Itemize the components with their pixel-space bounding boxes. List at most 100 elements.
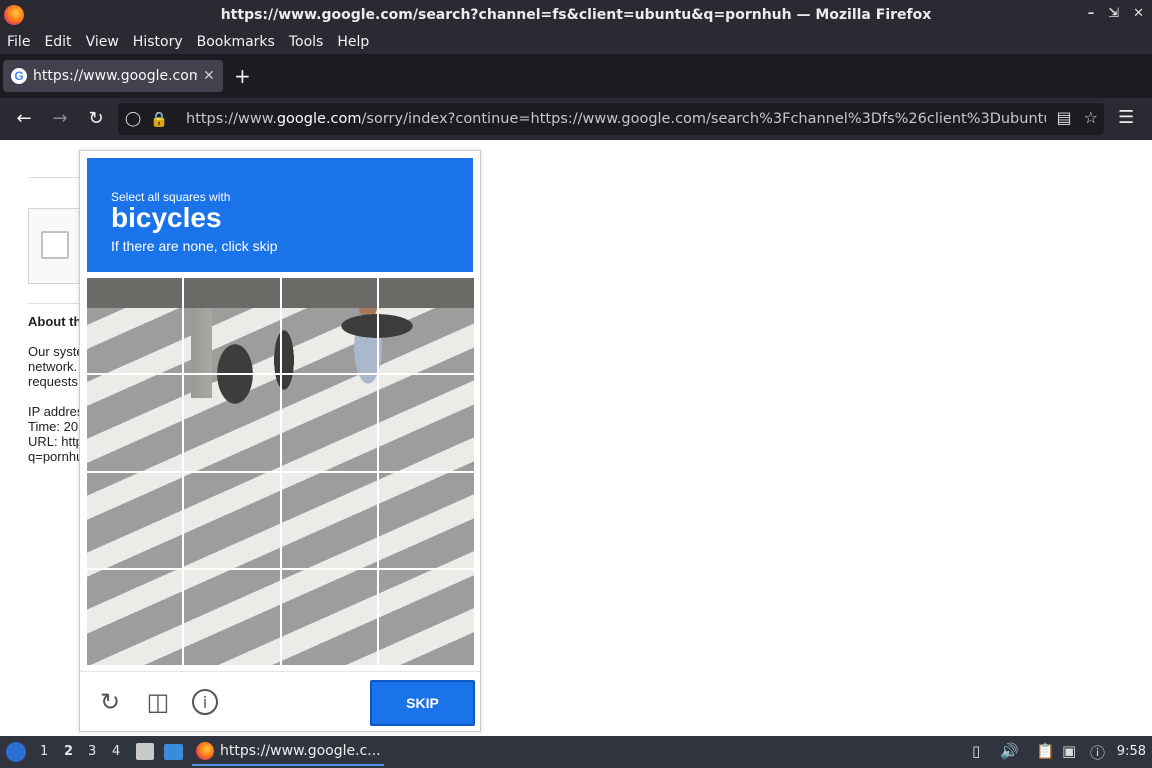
street-image-overlay [184, 569, 280, 665]
captcha-tile[interactable] [184, 472, 280, 568]
skip-button[interactable]: SKIP [370, 680, 475, 726]
street-image-overlay [281, 278, 377, 374]
captcha-target: bicycles [111, 202, 222, 233]
captcha-tile[interactable] [281, 278, 377, 374]
recaptcha-checkbox[interactable] [41, 231, 69, 259]
captcha-tile[interactable] [184, 278, 280, 374]
street-image-overlay [281, 375, 377, 471]
menu-bar: File Edit View History Bookmarks Tools H… [0, 30, 1152, 54]
forward-icon[interactable]: → [48, 107, 72, 131]
street-image-overlay [87, 472, 183, 568]
body-line: requests [28, 374, 78, 389]
window-controls: – ⇲ ✕ [1088, 6, 1144, 21]
street-image-overlay [184, 472, 280, 568]
lock-icon[interactable]: 🔒 [148, 111, 170, 128]
volume-icon[interactable]: 🔊 [1000, 742, 1019, 760]
menu-file[interactable]: File [7, 34, 30, 50]
close-icon[interactable]: ✕ [1133, 6, 1144, 21]
street-image-overlay [378, 472, 474, 568]
captcha-tile[interactable] [378, 472, 474, 568]
window-title: https://www.google.com/search?channel=fs… [220, 7, 932, 23]
file-manager-icon[interactable] [136, 743, 154, 760]
notification-icon[interactable]: ⓘ [1090, 742, 1105, 763]
captcha-footer: ↻ ◫ i SKIP [80, 671, 480, 731]
captcha-header: Select all squares with bicycles If ther… [87, 158, 473, 272]
street-image-overlay [184, 375, 280, 471]
body-line: Our syste [28, 344, 84, 359]
bookmark-star-icon[interactable]: ☆ [1084, 108, 1098, 127]
new-tab-icon[interactable]: + [234, 66, 251, 86]
street-image-overlay [378, 278, 474, 374]
menu-tools[interactable]: Tools [289, 34, 324, 50]
captcha-tile[interactable] [378, 375, 474, 471]
reload-icon[interactable]: ↻ [96, 688, 124, 716]
street-image-overlay [281, 569, 377, 665]
menu-help[interactable]: Help [337, 34, 369, 50]
street-image-overlay [87, 278, 183, 374]
task-title: https://www.google.c... [220, 743, 381, 759]
menu-history[interactable]: History [133, 34, 183, 50]
info-line: IP addres [28, 404, 84, 419]
url-text[interactable]: https://www.google.com/sorry/index?conti… [186, 111, 1046, 127]
menu-view[interactable]: View [86, 34, 119, 50]
google-favicon-icon: G [11, 68, 27, 84]
street-image-overlay [87, 375, 183, 471]
tracking-shield-icon[interactable]: ◯ [122, 111, 144, 127]
captcha-tile[interactable] [87, 472, 183, 568]
app-menu-icon[interactable]: ☰ [1118, 107, 1134, 128]
street-image-overlay [378, 375, 474, 471]
captcha-tile[interactable] [184, 569, 280, 665]
info-icon[interactable]: i [192, 689, 218, 715]
clipboard-icon[interactable]: 📋 [1036, 742, 1055, 760]
workspace-4[interactable]: 4 [112, 744, 120, 759]
back-icon[interactable]: ← [12, 107, 36, 131]
headphones-icon[interactable]: ◫ [144, 688, 172, 716]
captcha-tile[interactable] [281, 472, 377, 568]
menu-edit[interactable]: Edit [44, 34, 71, 50]
street-image-overlay [87, 569, 183, 665]
street-image-overlay [281, 472, 377, 568]
taskbar-firefox-task[interactable]: https://www.google.c... [192, 738, 384, 766]
street-image-overlay [378, 569, 474, 665]
menu-bookmarks[interactable]: Bookmarks [197, 34, 275, 50]
reader-view-icon[interactable]: ▤ [1057, 108, 1072, 127]
network-icon[interactable]: ▣ [1062, 742, 1076, 760]
url-bar[interactable]: ◯ 🔒 https://www.google.com/sorry/index?c… [118, 103, 1104, 135]
info-line: URL: http [28, 434, 83, 449]
body-line: network. [28, 359, 78, 374]
captcha-tile[interactable] [87, 278, 183, 374]
start-menu-icon[interactable] [6, 742, 26, 762]
minimize-icon[interactable]: – [1088, 6, 1095, 21]
firefox-icon [196, 742, 214, 760]
captcha-hint: If there are none, click skip [111, 238, 278, 254]
workspace-2[interactable]: 2 [64, 744, 73, 759]
captcha-tile[interactable] [281, 375, 377, 471]
captcha-tile[interactable] [378, 569, 474, 665]
firefox-logo-icon [4, 5, 24, 25]
info-line: q=pornhu [28, 449, 84, 464]
navigation-bar: ← → ↻ ◯ 🔒 https://www.google.com/sorry/i… [0, 98, 1152, 140]
about-heading: About th [28, 314, 82, 329]
captcha-tile[interactable] [87, 569, 183, 665]
show-desktop-icon[interactable] [164, 744, 183, 760]
captcha-tile[interactable] [87, 375, 183, 471]
tab-close-icon[interactable]: ✕ [203, 68, 215, 84]
street-image-overlay [184, 278, 280, 374]
tab-strip: G https://www.google.com/sorry/index?con… [0, 54, 1152, 98]
captcha-tile[interactable] [184, 375, 280, 471]
captcha-tile[interactable] [378, 278, 474, 374]
clock: 9:58 [1116, 744, 1146, 759]
captcha-tile-grid [87, 278, 474, 665]
captcha-tile[interactable] [281, 569, 377, 665]
storage-icon[interactable]: ▯ [972, 742, 980, 760]
maximize-icon[interactable]: ⇲ [1108, 6, 1119, 21]
tab-google[interactable]: G https://www.google.com/sorry/index?con… [3, 60, 223, 92]
workspace-1[interactable]: 1 [40, 744, 48, 759]
workspace-3[interactable]: 3 [88, 744, 96, 759]
captcha-challenge-dialog: Select all squares with bicycles If ther… [79, 150, 481, 732]
tab-title: https://www.google.com/sorry/index?conti… [33, 68, 197, 84]
taskbar: 1 2 3 4 https://www.google.c... ▯ 🔊 📋 ▣ … [0, 736, 1152, 768]
url-bar-actions: ▤ ☆ [1057, 108, 1098, 127]
window-titlebar: https://www.google.com/search?channel=fs… [0, 0, 1152, 30]
reload-page-icon[interactable]: ↻ [84, 107, 108, 131]
